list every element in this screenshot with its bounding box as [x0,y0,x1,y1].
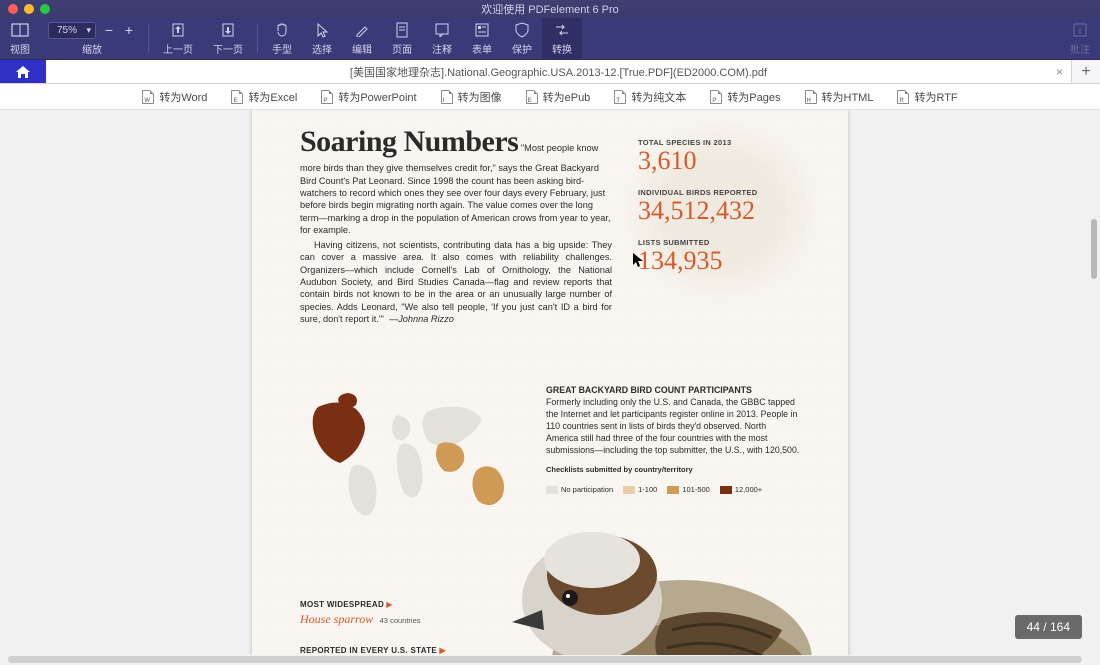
pdf-page: Soaring Numbers "Most people know more b… [252,110,848,655]
home-icon [14,64,32,80]
form-icon [475,21,489,39]
stat-value-0: 3,610 [638,148,808,174]
file-icon: E [231,90,243,104]
prev-page-button[interactable]: 上一页 [153,18,203,59]
page-up-icon [170,21,186,39]
page-button[interactable]: 页面 [382,18,422,59]
convert-excel-button[interactable]: E转为Excel [231,89,297,105]
next-page-button[interactable]: 下一页 [203,18,253,59]
horizontal-scrollbar[interactable] [0,655,1100,665]
annotate-button[interactable]: 注释 [422,18,462,59]
info-icon: i [1073,21,1087,39]
map-heading: GREAT BACKYARD BIRD COUNT PARTICIPANTS [546,385,800,397]
note-icon [435,21,449,39]
convert-subtoolbar: W转为Word E转为Excel P转为PowerPoint I转为图像 E转为… [0,84,1100,110]
vertical-scrollbar[interactable] [1090,110,1098,655]
form-button[interactable]: 表单 [462,18,502,59]
window-title: 欢迎使用 PDFelement 6 Pro [0,1,1100,17]
home-button[interactable] [0,60,46,83]
reported-heading: REPORTED IN EVERY U.S. STATE ▶ [300,646,446,655]
page-icon [395,21,409,39]
edit-button[interactable]: 编辑 [342,18,382,59]
comment-panel-button[interactable]: i 批注 [1060,18,1100,59]
cursor-icon [315,21,329,39]
stat-value-2: 134,935 [638,248,808,274]
protect-button[interactable]: 保护 [502,18,542,59]
file-icon: H [805,90,817,104]
file-icon: P [321,90,333,104]
article-headline: Soaring Numbers [300,125,518,158]
hand-icon [274,21,290,39]
convert-text-button[interactable]: T转为纯文本 [614,89,686,105]
zoom-out-button[interactable]: − [102,22,116,38]
convert-epub-button[interactable]: E转为ePub [526,89,591,105]
convert-button[interactable]: 转换 [542,18,582,59]
zoom-group: 75% − + 缩放 [40,18,144,59]
vertical-scroll-thumb[interactable] [1091,219,1097,279]
legend-title: Checklists submitted by country/territor… [546,465,800,475]
convert-pages-button[interactable]: P转为Pages [710,89,780,105]
file-icon: P [710,90,722,104]
new-tab-button[interactable]: + [1072,60,1100,83]
file-icon: I [441,90,453,104]
zoom-select[interactable]: 75% [48,22,96,39]
convert-ppt-button[interactable]: P转为PowerPoint [321,89,416,105]
file-icon: T [614,90,626,104]
close-tab-button[interactable]: × [1056,65,1063,79]
convert-image-button[interactable]: I转为图像 [441,89,502,105]
view-icon [11,21,29,39]
map-text: Formerly including only the U.S. and Can… [546,397,800,456]
titlebar: 欢迎使用 PDFelement 6 Pro [0,0,1100,18]
view-button[interactable]: 视图 [0,18,40,59]
page-down-icon [220,21,236,39]
convert-rtf-button[interactable]: R转为RTF [897,89,957,105]
tab-strip: [美国国家地理杂志].National.Geographic.USA.2013-… [0,60,1100,84]
file-icon: W [142,90,154,104]
main-toolbar: 视图 75% − + 缩放 上一页 下一页 手型 选 [0,18,1100,60]
most-widespread-block: MOST WIDESPREAD ▶ House sparrow 43 count… [300,600,421,627]
shield-icon [515,21,529,39]
file-icon: R [897,90,909,104]
hand-tool-button[interactable]: 手型 [262,18,302,59]
view-label: 视图 [10,41,30,56]
horizontal-scroll-thumb[interactable] [8,656,1082,663]
file-icon: E [526,90,538,104]
page-indicator[interactable]: 44 / 164 [1015,615,1082,639]
convert-html-button[interactable]: H转为HTML [805,89,874,105]
bird-illustration [482,480,812,655]
convert-word-button[interactable]: W转为Word [142,89,207,105]
zoom-in-button[interactable]: + [122,22,136,38]
document-tab[interactable]: [美国国家地理杂志].National.Geographic.USA.2013-… [46,60,1072,83]
zoom-label: 缩放 [82,41,102,56]
select-tool-button[interactable]: 选择 [302,18,342,59]
article-para2: Having citizens, not scientists, contrib… [300,240,612,324]
stat-value-1: 34,512,432 [638,198,808,224]
svg-text:i: i [1079,26,1081,37]
convert-icon [554,21,570,39]
article-byline: —Johnna Rizzo [389,314,454,324]
document-viewport[interactable]: Soaring Numbers "Most people know more b… [0,110,1100,655]
pencil-icon [355,21,369,39]
tab-title: [美国国家地理杂志].National.Geographic.USA.2013-… [350,64,767,80]
stats-block: TOTAL SPECIES IN 2013 3,610 INDIVIDUAL B… [638,138,808,288]
